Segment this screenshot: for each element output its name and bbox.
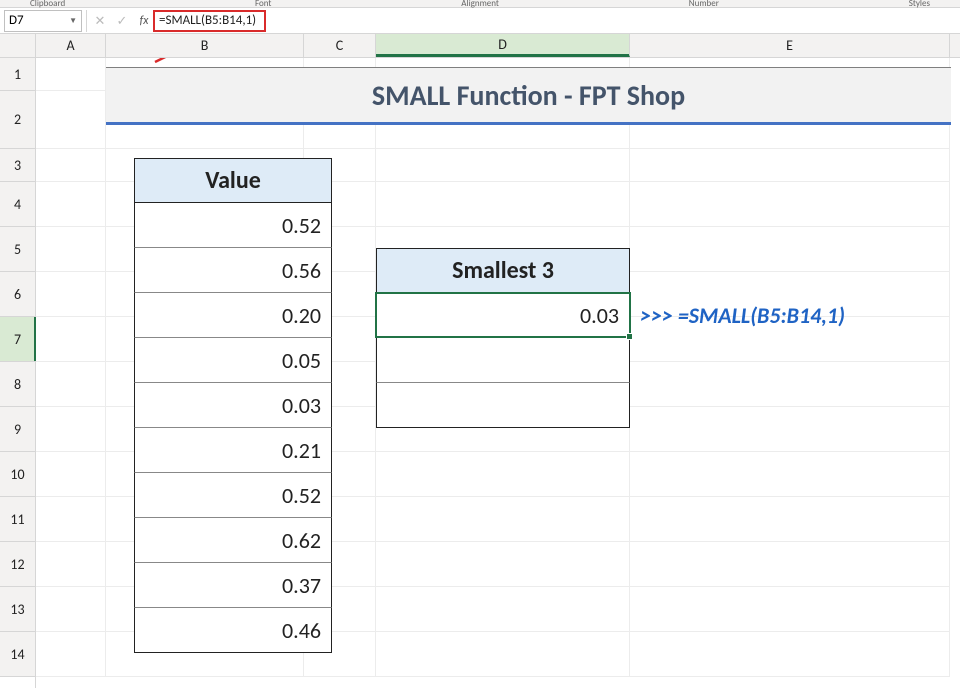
row-header-7[interactable]: 7 [0,317,35,362]
fx-icon[interactable]: fx [133,10,155,32]
row-header-3[interactable]: 3 [0,149,35,182]
col-header-e[interactable]: E [630,34,950,57]
formula-bar-row: D7 ▼ ✕ ✓ fx =SMALL(B5:B14,1) [0,8,960,34]
row-header-4[interactable]: 4 [0,182,35,227]
row-header-9[interactable]: 9 [0,407,35,452]
formula-annotation: >>> =SMALL(B5:B14,1) [640,293,845,338]
smallest-cell[interactable] [376,338,630,383]
value-cell[interactable]: 0.46 [134,608,332,653]
ribbon-group-alignment: Alignment [461,0,499,8]
col-header-c[interactable]: C [304,34,376,57]
ribbon-group-styles: Styles [909,0,930,8]
col-header-d[interactable]: D [376,34,630,57]
col-header-a[interactable]: A [36,34,106,57]
ribbon-group-number: Number [689,0,719,8]
formula-input[interactable]: =SMALL(B5:B14,1) [155,10,960,32]
smallest-header[interactable]: Smallest 3 [376,248,630,293]
formula-highlight: =SMALL(B5:B14,1) [153,10,266,32]
value-table: Value 0.52 0.56 0.20 0.05 0.03 0.21 0.52… [134,158,332,653]
row-header-5[interactable]: 5 [0,227,35,272]
row-header-1[interactable]: 1 [0,58,35,91]
value-cell[interactable]: 0.62 [134,518,332,563]
row-header-14[interactable]: 14 [0,632,35,677]
value-cell[interactable]: 0.52 [134,203,332,248]
row-header-12[interactable]: 12 [0,542,35,587]
row-header-2[interactable]: 2 [0,91,35,149]
row-headers: 1 2 3 4 5 6 7 8 9 10 11 12 13 14 [0,34,36,688]
cancel-icon[interactable]: ✕ [89,10,111,32]
select-all-corner[interactable] [0,34,35,58]
value-header[interactable]: Value [134,158,332,203]
name-box[interactable]: D7 ▼ [4,10,82,32]
row-header-13[interactable]: 13 [0,587,35,632]
value-cell[interactable]: 0.03 [134,383,332,428]
value-cell[interactable]: 0.20 [134,293,332,338]
col-header-b[interactable]: B [106,34,304,57]
row-header-11[interactable]: 11 [0,497,35,542]
smallest-cell[interactable] [376,383,630,428]
value-cell[interactable]: 0.52 [134,473,332,518]
smallest-cell[interactable]: 0.03 [376,293,630,338]
value-cell[interactable]: 0.21 [134,428,332,473]
ribbon-group-clipboard: Clipboard [30,0,65,8]
spreadsheet: 1 2 3 4 5 6 7 8 9 10 11 12 13 14 A B C D… [0,34,960,688]
dropdown-icon[interactable]: ▼ [69,16,77,26]
annotation-text: >>> =SMALL(B5:B14,1) [640,302,845,329]
row-header-10[interactable]: 10 [0,452,35,497]
formula-text: =SMALL(B5:B14,1) [159,13,256,28]
ribbon-group-font: Font [255,0,271,8]
name-box-value: D7 [9,13,24,28]
value-cell[interactable]: 0.56 [134,248,332,293]
value-cell[interactable]: 0.05 [134,338,332,383]
ribbon-fragment: Clipboard Font Alignment Number Styles [0,0,960,8]
separator [86,10,87,32]
accept-icon[interactable]: ✓ [111,10,133,32]
col-headers: A B C D E [36,34,960,58]
row-header-6[interactable]: 6 [0,272,35,317]
row-header-8[interactable]: 8 [0,362,35,407]
value-cell[interactable]: 0.37 [134,563,332,608]
page-title: SMALL Function - FPT Shop [106,67,951,125]
title-text: SMALL Function - FPT Shop [372,78,685,113]
smallest-table: Smallest 3 0.03 [376,248,630,428]
grid[interactable]: A B C D E SMALL Function - FPT Shop [36,34,960,688]
